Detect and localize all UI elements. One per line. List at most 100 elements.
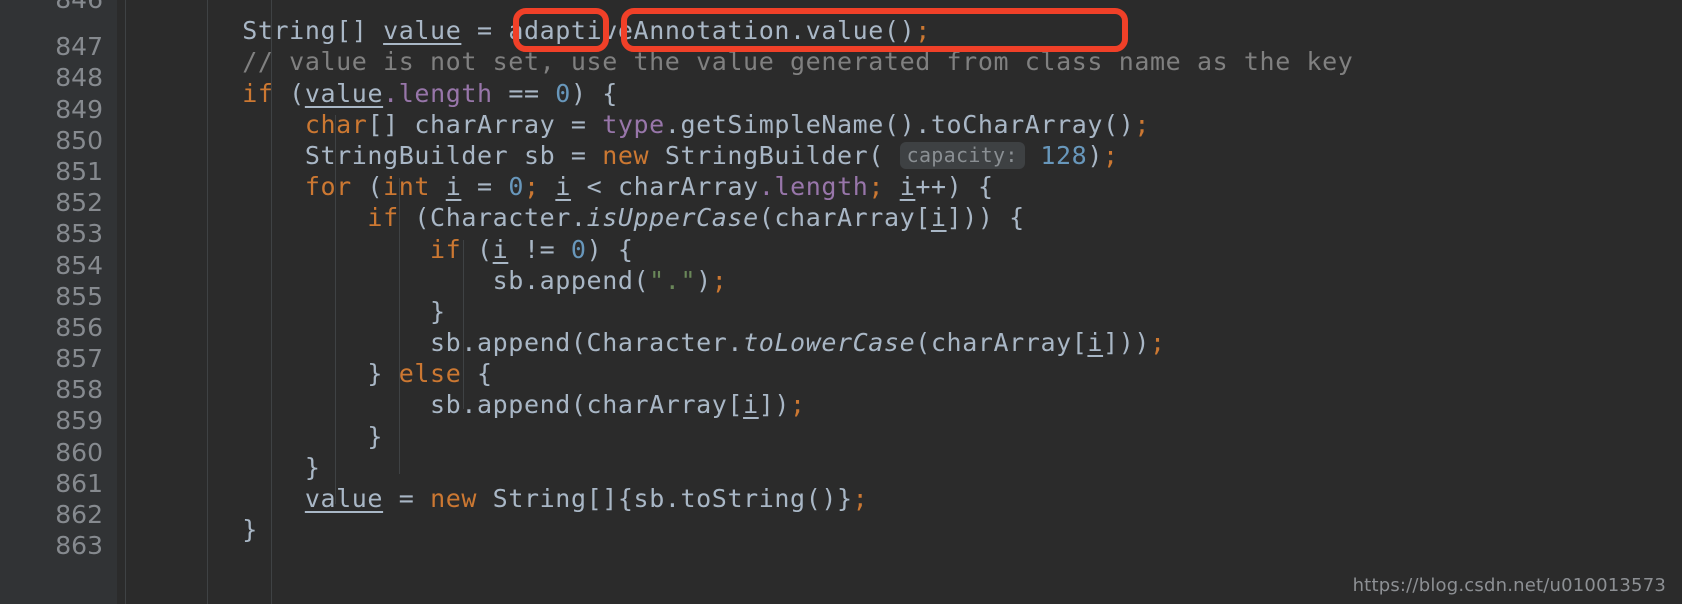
line-number: 851 — [55, 156, 103, 186]
token-variable: i — [1087, 328, 1104, 358]
token-number: 0 — [570, 234, 587, 264]
line-number: 849 — [55, 94, 103, 124]
code-line[interactable]: } — [117, 514, 1682, 545]
token-text: ]) — [758, 390, 791, 420]
parameter-hint-badge: capacity: — [899, 141, 1025, 169]
token-static-method: toLowerCase — [743, 328, 916, 358]
token-variable: value — [304, 484, 384, 513]
token-number: 0 — [555, 78, 571, 108]
token-brace: } — [367, 421, 384, 451]
token-brace: } — [242, 515, 258, 545]
code-line[interactable]: StringBuilder sb = new StringBuilder( ca… — [117, 140, 1682, 171]
token-text: [] charArray = — [367, 109, 603, 139]
token-text: ( — [461, 234, 493, 264]
token-operator: = — [477, 16, 493, 46]
code-line[interactable]: } — [117, 452, 1682, 483]
token-keyword: for — [304, 172, 352, 202]
token-field: type — [602, 109, 665, 139]
code-line[interactable] — [117, 0, 1682, 15]
code-line[interactable]: // value is not set, use the value gener… — [117, 46, 1682, 77]
token-text: ])) — [1103, 328, 1151, 358]
token-keyword: char — [304, 109, 368, 139]
token-keyword: new — [430, 484, 478, 513]
token-static-method: isUpperCase — [586, 203, 759, 233]
token-string: "." — [649, 265, 697, 295]
token-operator: != — [508, 234, 571, 264]
code-line[interactable]: sb.append(charArray[i]); — [117, 389, 1682, 420]
token-variable: i — [743, 390, 759, 420]
token-operator: == — [508, 78, 540, 108]
token-text: sb.append(Character. — [430, 328, 744, 358]
line-number: 848 — [55, 63, 103, 93]
line-number: 862 — [55, 500, 103, 529]
token-text: ) — [1087, 140, 1103, 170]
line-number: 859 — [55, 406, 103, 436]
code-line[interactable]: char[] charArray = type.getSimpleName().… — [117, 109, 1682, 140]
token-field: .length — [383, 78, 493, 108]
token-semicolon: ; — [711, 265, 728, 295]
token-tail: ) { — [570, 78, 618, 108]
token-semicolon: ; — [790, 390, 806, 420]
line-number: 860 — [55, 437, 103, 467]
line-number: 855 — [55, 281, 103, 311]
line-number: 856 — [55, 312, 103, 342]
editor-gutter[interactable]: 846 847 848 849 850 851 852 853 854 855 … — [0, 0, 117, 604]
line-number: 853 — [55, 219, 103, 249]
token-text: StringBuilder sb = — [304, 140, 603, 170]
token-keyword: if — [430, 234, 462, 264]
token-variable: i — [445, 172, 462, 202]
token-brace: } — [367, 359, 399, 389]
code-line[interactable]: } — [117, 296, 1682, 327]
token-text: sb.append( — [492, 265, 650, 295]
token-variable: i — [899, 172, 916, 202]
code-line[interactable]: if (i != 0) { — [117, 234, 1682, 265]
token-text: String[]{sb.toString()} — [477, 484, 853, 513]
line-number: 850 — [55, 125, 103, 155]
token-variable: i — [555, 172, 571, 202]
code-line[interactable]: for (int i = 0; i < charArray.length; i+… — [117, 171, 1682, 202]
token-semicolon: ; — [915, 16, 931, 46]
line-number: 863 — [55, 531, 103, 561]
token-text: < charArray — [570, 172, 759, 202]
code-line[interactable]: } else { — [117, 358, 1682, 389]
token-variable: value — [304, 78, 384, 108]
token-text: (charArray[ — [915, 328, 1088, 358]
token-operator: = — [383, 484, 431, 513]
code-line[interactable]: value = new String[]{sb.toString()}; — [117, 483, 1682, 514]
line-number: 858 — [55, 375, 103, 405]
token-field: .length — [758, 172, 869, 202]
token-text: (charArray[ — [758, 203, 931, 233]
token-variable: value — [383, 16, 462, 46]
token-number: 128 — [1040, 140, 1088, 170]
token-variable: i — [930, 203, 947, 233]
line-number: 861 — [55, 468, 103, 498]
line-number: 846 — [0, 0, 117, 15]
line-number: 854 — [55, 250, 103, 280]
code-text-area[interactable]: String[] value = adaptiveAnnotation.valu… — [117, 0, 1682, 604]
token-keyword: new — [602, 140, 650, 170]
token-text: ) — [696, 265, 712, 295]
token-brace: } — [430, 296, 446, 326]
token-text: ])) { — [946, 203, 1025, 233]
token-variable: i — [492, 234, 509, 264]
token-number: 0 — [508, 172, 525, 202]
watermark-text: https://blog.csdn.net/u010013573 — [1352, 575, 1666, 596]
token-text: StringBuilder( — [649, 140, 884, 170]
code-line[interactable]: } — [117, 421, 1682, 452]
token-type: String[] — [242, 16, 368, 46]
token-text: ++) { — [915, 172, 994, 202]
code-line[interactable]: if (Character.isUpperCase(charArray[i]))… — [117, 202, 1682, 233]
token-keyword: else — [398, 359, 462, 389]
code-line[interactable]: String[] value = adaptiveAnnotation.valu… — [117, 15, 1682, 46]
token-expression: adaptiveAnnotation.value() — [508, 16, 916, 46]
token-text: ) { — [586, 234, 634, 264]
token-text: sb.append(charArray[ — [430, 390, 744, 420]
token-keyword: if — [242, 78, 274, 108]
code-line[interactable]: sb.append(Character.toLowerCase(charArra… — [117, 327, 1682, 358]
token-text: .getSimpleName().toCharArray() — [664, 109, 1135, 139]
token-semicolon: ; — [852, 484, 869, 513]
code-line[interactable]: sb.append("."); — [117, 265, 1682, 296]
code-line[interactable]: if (value.length == 0) { — [117, 78, 1682, 109]
token-keyword: int — [383, 172, 431, 202]
token-semicolon: ; — [1134, 109, 1151, 139]
